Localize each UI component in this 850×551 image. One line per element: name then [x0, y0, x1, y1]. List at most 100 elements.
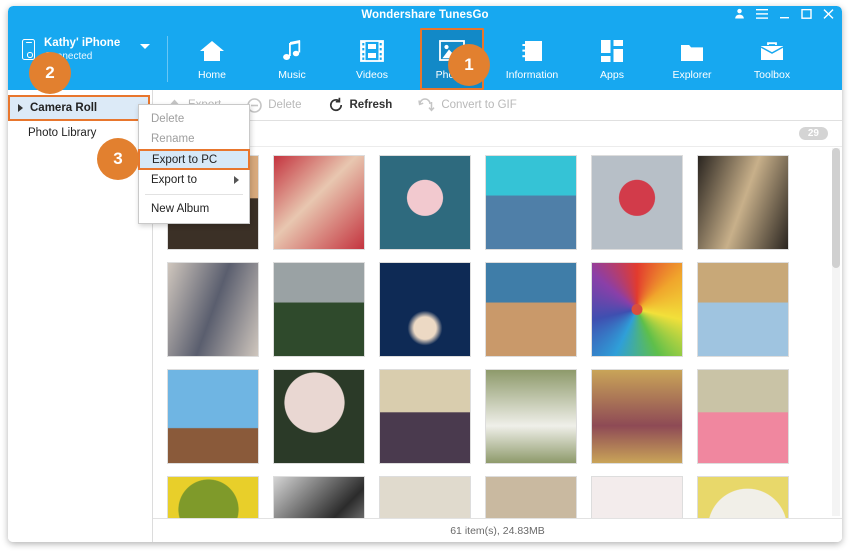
application-window: Wondershare TunesGo Kathy' iPhone — [8, 6, 842, 542]
nav-item-explorer[interactable]: Explorer — [660, 28, 724, 90]
convert-to-gif-button[interactable]: Convert to GIF — [418, 98, 516, 112]
thumbnail-cell[interactable] — [485, 262, 577, 357]
child-with-teddy-bear — [380, 370, 470, 463]
chevron-down-icon[interactable] — [140, 44, 150, 49]
thumbnail-cell[interactable] — [273, 155, 365, 250]
thumbnail-cell[interactable] — [485, 476, 577, 518]
yellow-blossom-tree — [168, 477, 258, 518]
thumbnail-cell[interactable] — [379, 155, 471, 250]
refresh-button[interactable]: Refresh — [328, 97, 393, 113]
status-text: 61 item(s), 24.83MB — [450, 525, 545, 537]
contacts-icon — [520, 36, 544, 66]
vintage-car-desert — [486, 263, 576, 356]
thumbnail-grid-container[interactable] — [153, 147, 842, 518]
step-badge-2: 2 — [29, 52, 71, 94]
title-bar: Wondershare TunesGo — [8, 6, 842, 28]
sidebar-item-label: Camera Roll — [30, 102, 97, 114]
nav-label: Music — [278, 69, 305, 81]
thumbnail-cell[interactable] — [485, 155, 577, 250]
thumbnail-cell[interactable] — [379, 476, 471, 518]
delete-button[interactable]: Delete — [247, 98, 301, 113]
girl-with-pink-flower — [698, 370, 788, 463]
black-white-street — [274, 477, 364, 518]
nav-item-videos[interactable]: Videos — [340, 28, 404, 90]
group-count-badge: 29 — [799, 127, 828, 140]
nav-label: Apps — [600, 69, 624, 81]
date-group-header: -24 29 — [153, 121, 842, 147]
bedroom-interior-photo — [168, 263, 258, 356]
vertical-scrollbar[interactable] — [832, 148, 840, 516]
menu-icon[interactable] — [756, 9, 768, 19]
window-interior-painting — [698, 156, 788, 249]
context-menu-item-label: Export to — [151, 174, 197, 186]
woman-back-in-field — [486, 370, 576, 463]
thumbnail-cell[interactable] — [591, 262, 683, 357]
context-menu-item-new-album[interactable]: New Album — [139, 199, 249, 219]
toolbox-icon — [760, 36, 784, 66]
folder-icon — [680, 36, 704, 66]
window-sky-tv-art — [168, 370, 258, 463]
thumbnail-cell[interactable] — [379, 369, 471, 464]
toolbar-label: Convert to GIF — [441, 99, 516, 111]
thumbnail-cell[interactable] — [697, 476, 789, 518]
context-menu-item-label: Export to PC — [152, 154, 217, 166]
refresh-icon — [328, 97, 344, 113]
nav-label: Toolbox — [754, 69, 790, 81]
thumbnail-cell[interactable] — [273, 369, 365, 464]
maximize-button[interactable] — [801, 9, 812, 19]
context-menu-item-export-to[interactable]: Export to — [139, 170, 249, 190]
thumbnail-cell[interactable] — [167, 476, 259, 518]
close-button[interactable] — [823, 9, 834, 19]
mountain-lake-landscape — [486, 156, 576, 249]
thumbnail-cell[interactable] — [591, 476, 683, 518]
context-menu-item-label: Rename — [151, 133, 194, 145]
color-wheel-umbrella — [592, 263, 682, 356]
step-badge-1: 1 — [448, 44, 490, 86]
nav-item-music[interactable]: Music — [260, 28, 324, 90]
status-bar: 61 item(s), 24.83MB — [153, 518, 842, 542]
nav-item-home[interactable]: Home — [180, 28, 244, 90]
context-menu-item-label: New Album — [151, 203, 209, 215]
thumbnail-cell[interactable] — [591, 155, 683, 250]
account-icon[interactable] — [734, 8, 745, 19]
fashion-magazine-collage — [274, 156, 364, 249]
white-cat-with-flowers — [698, 477, 788, 518]
thumbnail-cell[interactable] — [167, 262, 259, 357]
step-badge-3: 3 — [97, 138, 139, 180]
woman-auburn-hair-bokeh — [486, 477, 576, 518]
thumbnail-cell[interactable] — [379, 262, 471, 357]
scrollbar-thumb[interactable] — [832, 148, 840, 268]
toolbar-label: Delete — [268, 99, 301, 111]
desert-road-sky — [698, 263, 788, 356]
device-name: Kathy' iPhone — [44, 37, 120, 49]
sidebar-item-camera-roll[interactable]: Camera Roll — [8, 95, 150, 121]
thumbnail-cell[interactable] — [485, 369, 577, 464]
nav-item-apps[interactable]: Apps — [580, 28, 644, 90]
context-menu-item-rename: Rename — [139, 129, 249, 149]
nav-label: Home — [198, 69, 226, 81]
right-pane: Export Delete Refresh — [153, 90, 842, 542]
nav-label: Explorer — [672, 69, 711, 81]
nav-item-toolbox[interactable]: Toolbox — [740, 28, 804, 90]
context-menu: Delete Rename Export to PC Export to New Alb… — [138, 104, 250, 224]
phone-icon — [22, 39, 35, 60]
minimize-button[interactable] — [779, 9, 790, 19]
thumbnail-cell[interactable] — [697, 155, 789, 250]
main-navigation-bar: Kathy' iPhone Connected Home Music — [8, 28, 842, 90]
context-menu-separator — [145, 194, 243, 195]
home-icon — [199, 36, 225, 66]
context-menu-item-export-to-pc[interactable]: Export to PC — [138, 149, 250, 170]
thumbnail-cell[interactable] — [591, 369, 683, 464]
music-note-icon — [280, 36, 304, 66]
thumbnail-cell[interactable] — [167, 369, 259, 464]
toolbar-label: Refresh — [350, 99, 393, 111]
nav-item-information[interactable]: Information — [500, 28, 564, 90]
context-menu-item-label: Delete — [151, 113, 184, 125]
expand-triangle-icon[interactable] — [18, 104, 23, 112]
thumbnail-cell[interactable] — [697, 369, 789, 464]
thumbnail-cell[interactable] — [273, 476, 365, 518]
window-controls — [734, 8, 834, 19]
thumbnail-cell[interactable] — [697, 262, 789, 357]
thumbnail-cell[interactable] — [273, 262, 365, 357]
film-strip-icon — [360, 36, 384, 66]
